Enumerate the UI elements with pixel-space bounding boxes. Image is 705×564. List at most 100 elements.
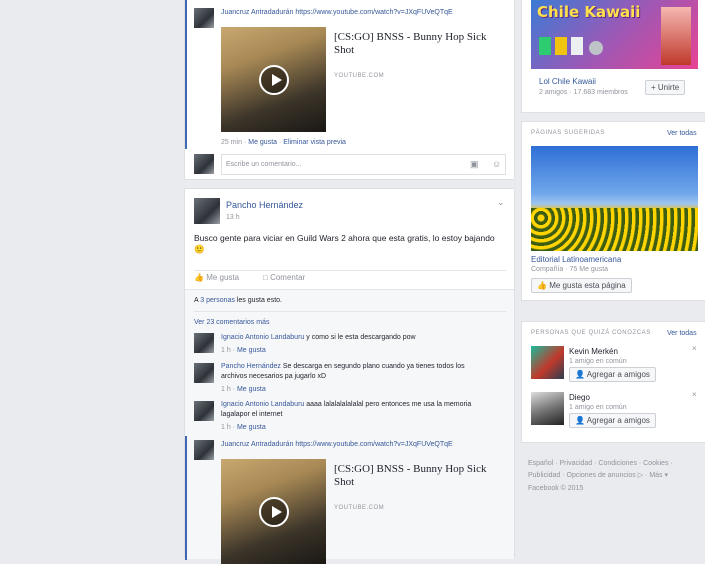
view-more-comments[interactable]: Ver 23 comentarios más [194,319,269,326]
join-group-button[interactable]: + Unirte [645,80,686,95]
like-link[interactable]: Me gusta [248,139,277,146]
camera-icon[interactable]: ▣ [470,159,479,170]
like-link[interactable]: Me gusta [237,386,266,393]
group-stats: 2 amigos · 17.683 miembros [539,89,628,96]
see-all-pages-link[interactable]: Ver todas [667,130,697,137]
see-all-people-link[interactable]: Ver todas [667,330,697,337]
comment-meta: 1 h · Me gusta [221,386,266,393]
page-name[interactable]: Editorial Latinoamericana [531,255,621,264]
video-thumbnail[interactable] [221,459,326,564]
thumbs-up-icon: 👍 [194,273,204,282]
comment-time[interactable]: 1 h [221,386,231,393]
post-body: Busco gente para viciar en Guild Wars 2 … [194,233,504,255]
post-text: Busco gente para viciar en Guild Wars 2 … [194,233,495,243]
shared-link-text[interactable]: Juancruz Antradadurán https://www.youtub… [221,441,453,448]
add-friend-button[interactable]: 👤 Agregar a amigos [569,367,656,382]
mutual-friends[interactable]: 1 amigo en común [569,358,627,365]
remove-preview-link[interactable]: Eliminar vista previa [283,139,346,146]
banner-figure [589,41,603,55]
comment-time[interactable]: 25 min [221,139,242,146]
like-label: Me gusta [206,273,240,282]
footer-links-line1[interactable]: Español · Privacidad · Condiciones · Coo… [528,460,673,467]
person-name[interactable]: Diego [569,393,590,402]
suggested-pages-card: PÁGINAS SUGERIDAS Ver todas Editorial La… [521,121,705,301]
comment-time[interactable]: 1 h [221,424,231,431]
add-friend-icon: 👤 [575,370,585,379]
comment-text: y como si le esta descargando pow [306,334,416,341]
my-avatar [194,154,214,174]
likes-count[interactable]: 3 personas [200,297,235,304]
reply-thread-line [185,436,187,560]
like-link[interactable]: Me gusta [237,424,266,431]
post-time[interactable]: 13 h [226,214,240,221]
banner-figure [661,7,691,65]
suggested-pages-heading: PÁGINAS SUGERIDAS [531,130,605,136]
close-icon[interactable]: × [692,390,697,399]
play-icon[interactable] [258,496,289,527]
post-author[interactable]: Pancho Hernández [226,200,303,210]
comment-author[interactable]: Ignacio Antonio Landaburu [221,334,304,341]
video-domain: YOUTUBE.COM [334,73,385,79]
banner-figure [555,37,567,55]
add-friend-label: Agregar a amigos [586,416,650,425]
thumbs-up-icon: 👍 [537,281,547,290]
reply-thread-line [185,0,187,149]
comment-time[interactable]: 1 h [221,347,231,354]
page-cover-image[interactable] [531,146,698,251]
comment-thread-card: Juancruz Antradadurán https://www.youtub… [184,0,515,180]
footer-links-line2[interactable]: Publicidad · Opciones de anuncios ▷ · Má… [528,471,668,479]
like-link[interactable]: Me gusta [237,347,266,354]
banner-figure [539,37,551,55]
comment-author[interactable]: Pancho Hernández [221,363,281,370]
mutual-friends[interactable]: 1 amigo en común [569,404,627,411]
sticker-icon[interactable]: ☺ [492,159,501,169]
person-photo[interactable] [531,346,564,379]
video-domain: YOUTUBE.COM [334,505,385,511]
comment-label: Comentar [270,273,306,282]
group-banner[interactable]: Chile Kawaii [531,0,698,69]
play-icon[interactable] [258,64,289,95]
footer-copyright: Facebook © 2015 [528,485,584,492]
chevron-down-icon[interactable]: ⌄ [497,197,505,208]
comment-input[interactable]: Escribe un comentario... ▣ ☺ [221,154,506,175]
comment-avatar[interactable] [194,333,214,353]
comment-icon: □ [263,273,268,282]
comment-author[interactable]: Ignacio Antonio Landaburu [221,401,304,408]
comment: Ignacio Antonio Landaburu y como si le e… [221,334,416,341]
divider [194,311,506,312]
banner-figure [571,37,583,55]
sunflower-field [531,208,698,251]
add-friend-button[interactable]: 👤 Agregar a amigos [569,413,656,428]
avatar[interactable] [194,8,214,28]
add-friend-label: Agregar a amigos [586,370,650,379]
comment-button[interactable]: □ Comentar [263,273,305,282]
comment-placeholder: Escribe un comentario... [226,161,302,168]
likes-suffix: les gusta esto. [236,297,282,304]
like-button[interactable]: 👍 Me gusta [194,273,239,282]
comments-section: A 3 personas les gusta esto. Ver 23 come… [185,289,514,564]
suggested-group-card: Chile Kawaii Lol Chile Kawaii 2 amigos ·… [521,0,705,113]
comment-meta: 1 h · Me gusta [221,424,266,431]
close-icon[interactable]: × [692,344,697,353]
group-name[interactable]: Lol Chile Kawaii [539,77,596,86]
post-card: Pancho Hernández 13 h ⌄ Busco gente para… [184,188,515,564]
add-friend-icon: 👤 [575,416,585,425]
smile-emoji-icon: 🙂 [194,244,205,254]
people-heading: PERSONAS QUE QUIZÁ CONOZCAS [531,330,651,336]
person-photo[interactable] [531,392,564,425]
shared-link-text[interactable]: Juancruz Antradadurán https://www.youtub… [221,9,453,16]
people-you-may-know-card: PERSONAS QUE QUIZÁ CONOZCAS Ver todas Ke… [521,321,705,443]
comment-avatar[interactable] [194,440,214,460]
video-title[interactable]: [CS:GO] BNSS - Bunny Hop Sick Shot [334,463,504,489]
person-name[interactable]: Kevin Merkén [569,347,618,356]
video-title[interactable]: [CS:GO] BNSS - Bunny Hop Sick Shot [334,31,504,57]
like-page-button[interactable]: 👍 Me gusta esta página [531,278,632,293]
comment-avatar[interactable] [194,363,214,383]
comment-meta: 1 h · Me gusta [221,347,266,354]
divider [194,270,506,271]
author-avatar[interactable] [194,198,220,224]
like-page-label: Me gusta esta página [549,281,626,290]
comment-avatar[interactable] [194,401,214,421]
likes-prefix: A [194,297,199,304]
video-thumbnail[interactable] [221,27,326,132]
